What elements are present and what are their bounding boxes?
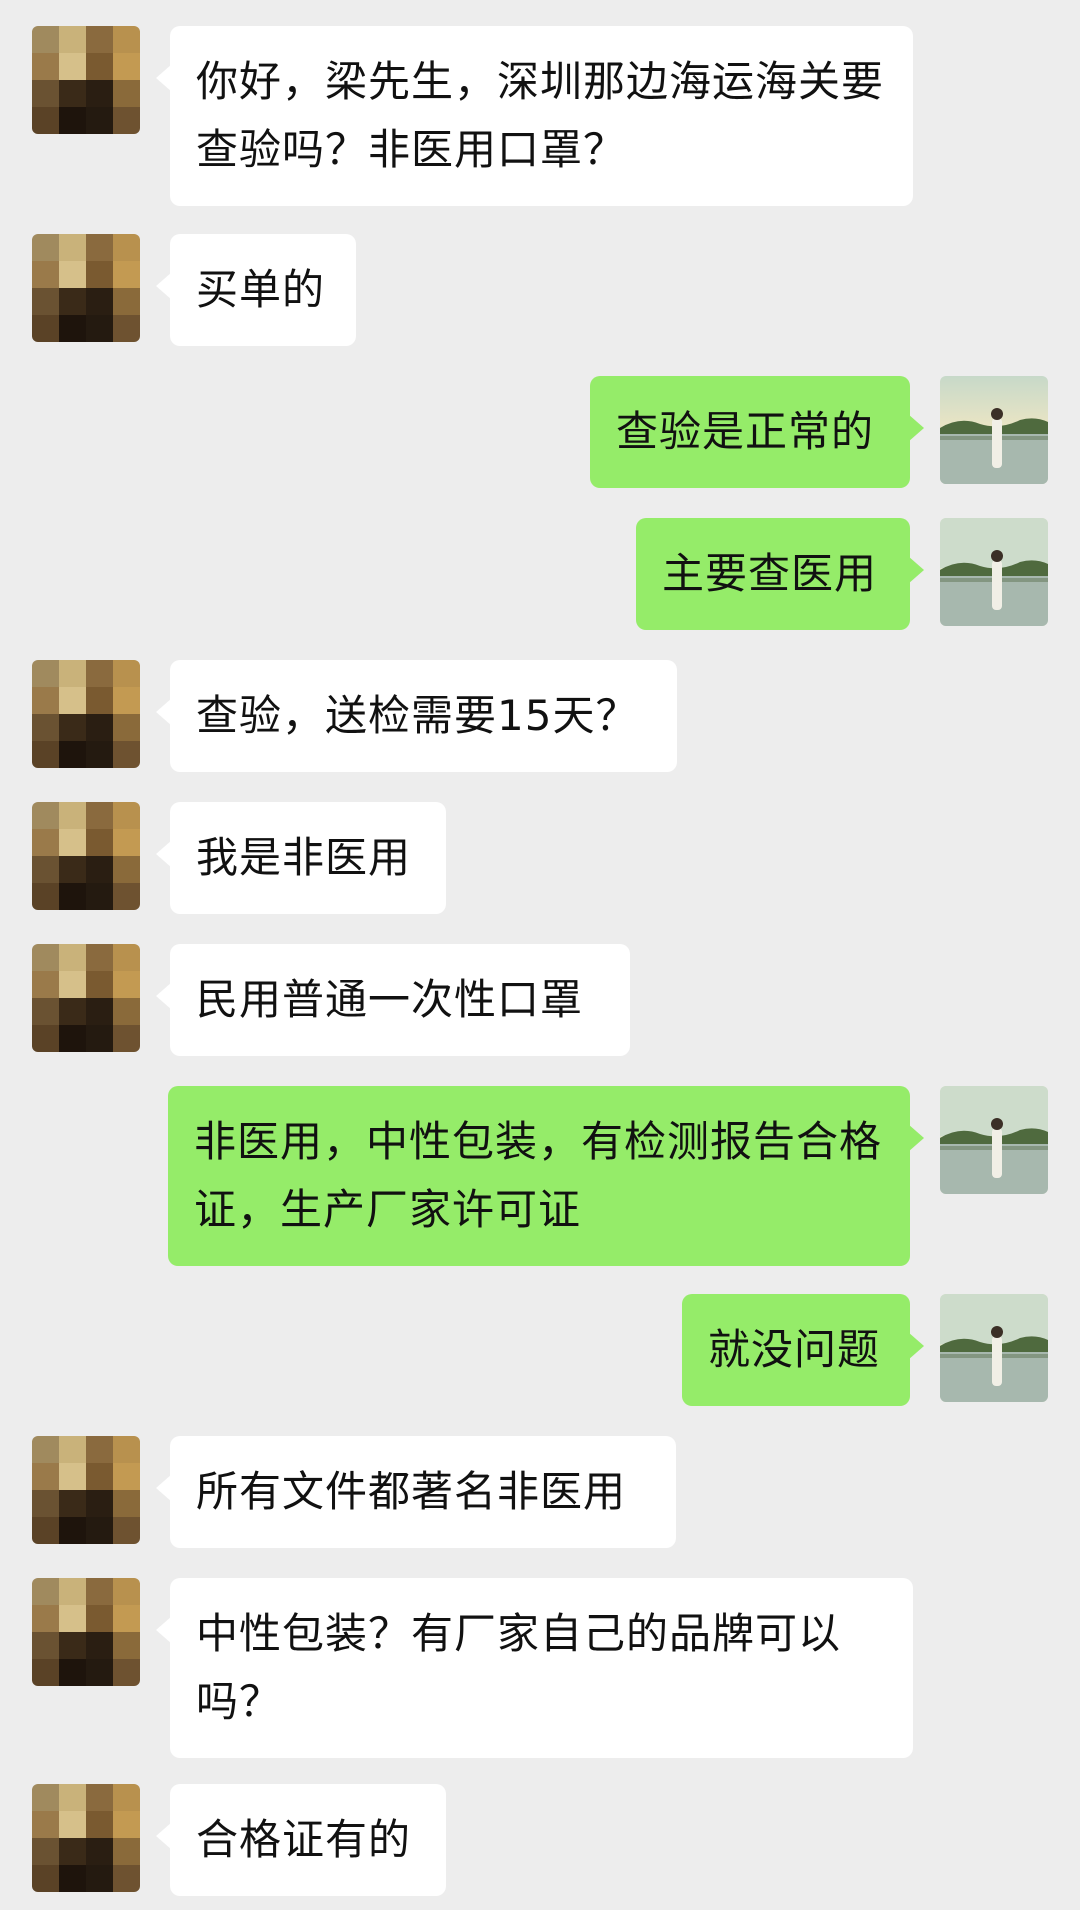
self-avatar-icon[interactable] [940,376,1048,484]
message-bubble-incoming[interactable]: 查验，送检需要15天？ [156,660,677,772]
chat-history: 你好，梁先生，深圳那边海运海关要查验吗？非医用口罩？ 买单的 查验是正常的 主要… [0,0,1080,1910]
message-bubble-incoming[interactable]: 民用普通一次性口罩 [156,944,630,1056]
contact-avatar-icon[interactable] [32,660,140,768]
message-bubble-incoming[interactable]: 合格证有的 [156,1784,446,1896]
self-avatar-icon[interactable] [940,1294,1048,1402]
contact-avatar-icon[interactable] [32,234,140,342]
message-bubble-incoming[interactable]: 我是非医用 [156,802,446,914]
self-avatar-icon[interactable] [940,518,1048,626]
contact-avatar-icon[interactable] [32,1784,140,1892]
contact-avatar-icon[interactable] [32,944,140,1052]
contact-avatar-icon[interactable] [32,802,140,910]
message-bubble-incoming[interactable]: 所有文件都著名非医用 [156,1436,676,1548]
message-bubble-outgoing[interactable]: 查验是正常的 [590,376,924,488]
message-bubble-outgoing[interactable]: 主要查医用 [636,518,924,630]
message-bubble-outgoing[interactable]: 就没问题 [682,1294,924,1406]
self-avatar-icon[interactable] [940,1086,1048,1194]
contact-avatar-icon[interactable] [32,1578,140,1686]
contact-avatar-icon[interactable] [32,1436,140,1544]
message-bubble-incoming[interactable]: 你好，梁先生，深圳那边海运海关要查验吗？非医用口罩？ [156,26,913,206]
message-bubble-incoming[interactable]: 中性包装？有厂家自己的品牌可以吗？ [156,1578,913,1758]
message-bubble-incoming[interactable]: 买单的 [156,234,356,346]
message-bubble-outgoing[interactable]: 非医用，中性包装，有检测报告合格证，生产厂家许可证 [168,1086,924,1266]
contact-avatar-icon[interactable] [32,26,140,134]
